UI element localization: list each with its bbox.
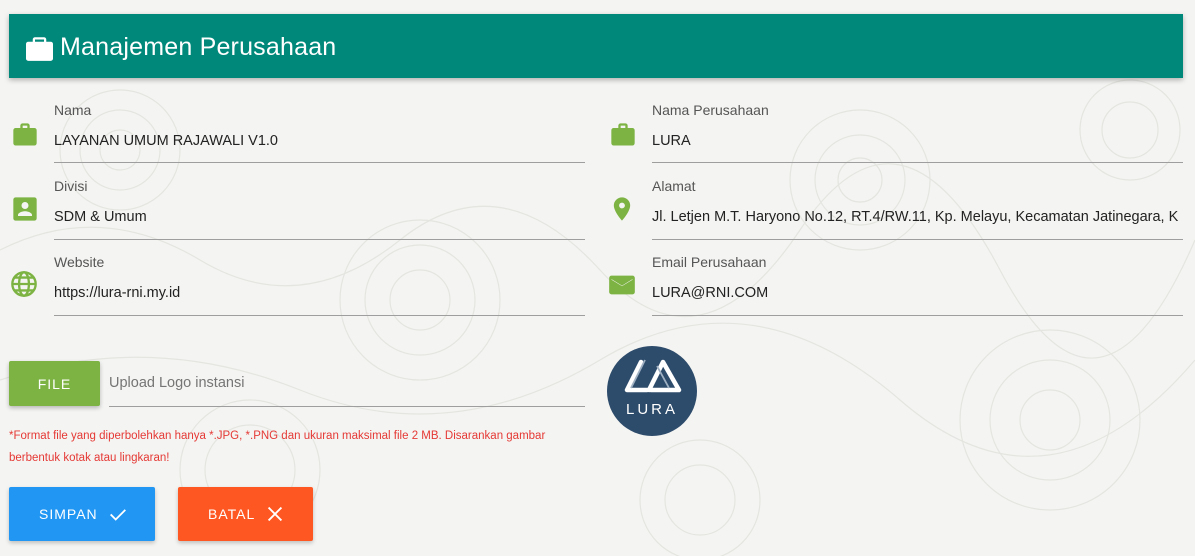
divisi-field: Divisi SDM & Umum xyxy=(0,176,590,246)
globe-icon xyxy=(11,271,37,297)
briefcase-icon xyxy=(611,123,635,146)
nama-perusahaan-label: Nama Perusahaan xyxy=(652,102,769,118)
file-upload-button[interactable]: FILE xyxy=(9,361,100,406)
website-input[interactable]: https://lura-rni.my.id xyxy=(54,284,585,302)
logo-text: LURA xyxy=(626,401,678,418)
alamat-underline xyxy=(652,239,1183,240)
save-button-label: SIMPAN xyxy=(39,506,98,522)
nama-perusahaan-input[interactable]: LURA xyxy=(652,132,1183,150)
upload-path-input[interactable]: Upload Logo instansi xyxy=(109,375,244,391)
alamat-input[interactable]: Jl. Letjen M.T. Haryono No.12, RT.4/RW.1… xyxy=(652,208,1183,226)
divisi-label: Divisi xyxy=(54,178,88,194)
page-header: Manajemen Perusahaan xyxy=(9,14,1183,78)
check-icon xyxy=(109,509,126,521)
briefcase-icon xyxy=(13,123,37,146)
email-field: Email Perusahaan LURA@RNI.COM xyxy=(598,252,1195,322)
upload-format-note: *Format file yang diperbolehkan hanya *.… xyxy=(9,430,546,464)
email-label: Email Perusahaan xyxy=(652,254,767,270)
cancel-button-label: BATAL xyxy=(208,506,256,522)
alamat-field: Alamat Jl. Letjen M.T. Haryono No.12, RT… xyxy=(598,176,1195,246)
close-icon xyxy=(268,506,283,522)
page-title: Manajemen Perusahaan xyxy=(60,33,337,61)
website-field: Website https://lura-rni.my.id xyxy=(0,252,590,322)
location-pin-icon xyxy=(613,197,631,221)
divisi-underline xyxy=(54,239,585,240)
company-logo: LURA xyxy=(607,346,697,436)
divisi-input[interactable]: SDM & Umum xyxy=(54,208,585,226)
nama-perusahaan-field: Nama Perusahaan LURA xyxy=(598,100,1195,170)
alamat-label: Alamat xyxy=(652,178,696,194)
nama-underline xyxy=(54,162,585,163)
contact-card-icon xyxy=(13,197,37,221)
briefcase-icon xyxy=(26,37,53,61)
nama-input[interactable]: LAYANAN UMUM RAJAWALI V1.0 xyxy=(54,132,585,150)
website-underline xyxy=(54,315,585,316)
website-label: Website xyxy=(54,254,105,270)
save-button[interactable]: SIMPAN xyxy=(9,487,155,541)
nama-perusahaan-underline xyxy=(652,162,1183,163)
nama-label: Nama xyxy=(54,102,92,118)
upload-underline xyxy=(109,406,585,407)
email-underline xyxy=(652,315,1183,316)
cancel-button[interactable]: BATAL xyxy=(178,487,313,541)
mail-icon xyxy=(609,275,635,295)
nama-field: Nama LAYANAN UMUM RAJAWALI V1.0 xyxy=(0,100,590,170)
email-input[interactable]: LURA@RNI.COM xyxy=(652,284,1183,302)
